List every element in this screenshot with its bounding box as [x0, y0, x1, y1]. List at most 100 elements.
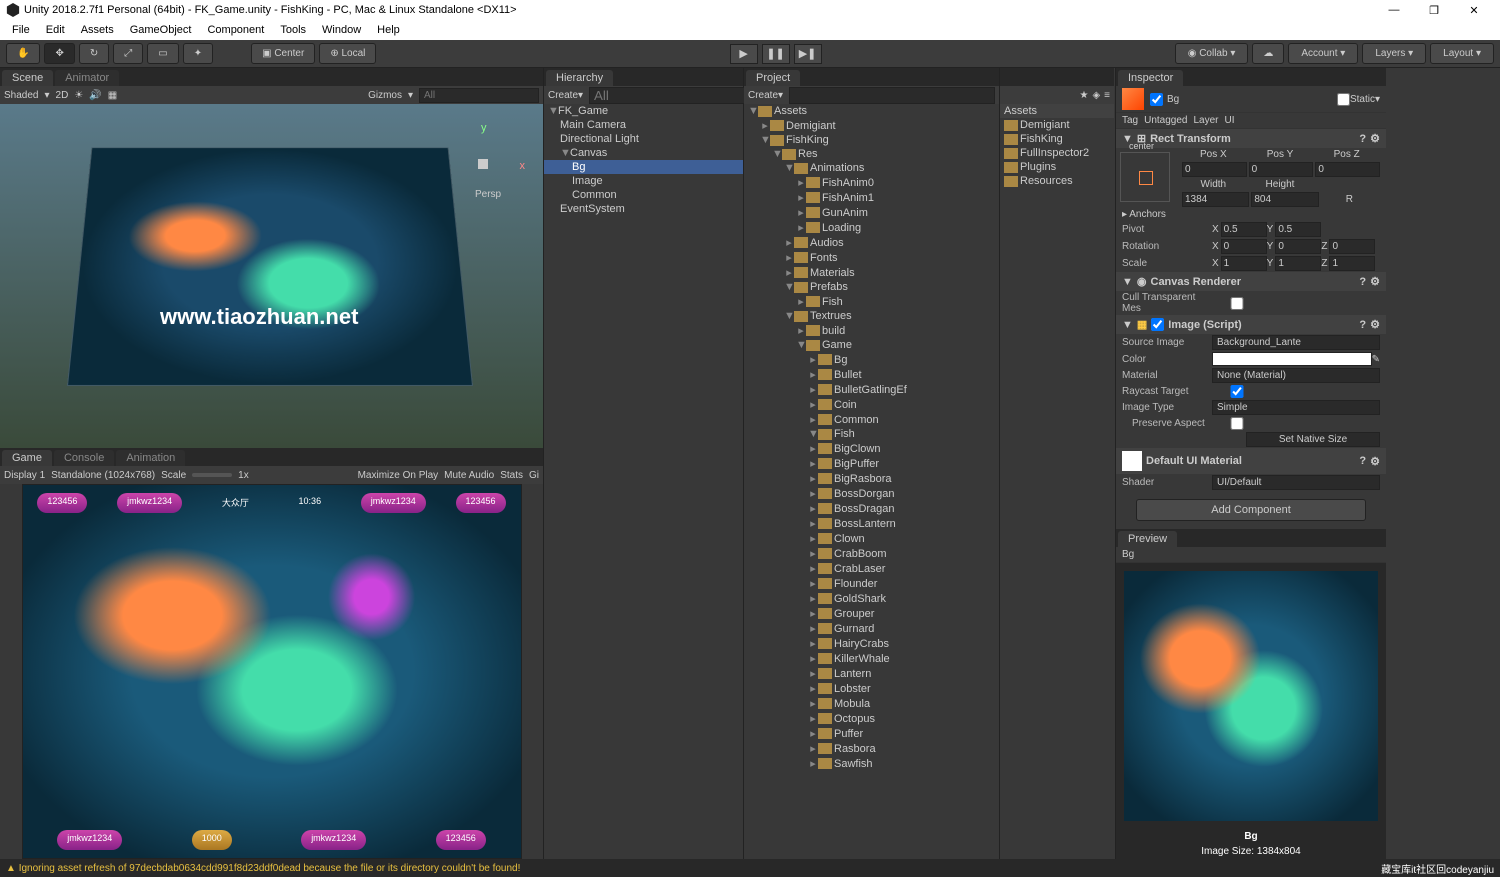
image-header[interactable]: ▼▦Image (Script)?⚙	[1116, 315, 1386, 334]
gear-icon[interactable]: ⚙	[1370, 132, 1380, 145]
project-item[interactable]: ▸build	[744, 323, 999, 338]
add-component-button[interactable]: Add Component	[1136, 499, 1366, 521]
layout-dropdown[interactable]: Layout ▾	[1430, 43, 1494, 64]
folder-item[interactable]: FishKing	[1000, 132, 1114, 146]
hierarchy-item[interactable]: ▼Canvas	[544, 146, 743, 160]
cloud-button[interactable]: ☁	[1252, 43, 1284, 64]
project-item[interactable]: ▸BossLantern	[744, 516, 999, 531]
project-item[interactable]: ▸Grouper	[744, 606, 999, 621]
hierarchy-item[interactable]: Image	[544, 174, 743, 188]
active-checkbox[interactable]	[1150, 93, 1163, 106]
hierarchy-item[interactable]: EventSystem	[544, 202, 743, 216]
menu-gameobject[interactable]: GameObject	[122, 22, 200, 38]
project-item[interactable]: ▸Coin	[744, 397, 999, 412]
menu-icon[interactable]: ≡	[1104, 90, 1110, 101]
width-input[interactable]	[1182, 192, 1249, 207]
play-button[interactable]: ▶	[730, 44, 758, 64]
project-item[interactable]: ▸Sawfish	[744, 756, 999, 771]
preserve-aspect-checkbox[interactable]	[1214, 417, 1260, 430]
folder-item[interactable]: Demigiant	[1000, 118, 1114, 132]
posx-input[interactable]	[1182, 162, 1247, 177]
shading-mode[interactable]: Shaded	[4, 90, 38, 101]
project-item[interactable]: ▸BulletGatlingEf	[744, 382, 999, 397]
help-icon[interactable]: ?	[1359, 276, 1366, 288]
pivot-local[interactable]: ⊕ Local	[319, 43, 376, 64]
project-item[interactable]: ▸Mobula	[744, 696, 999, 711]
hierarchy-create[interactable]: Create	[548, 90, 578, 101]
help-icon[interactable]: ?	[1359, 455, 1366, 467]
project-item[interactable]: ▸Materials	[744, 265, 999, 280]
gear-icon[interactable]: ⚙	[1370, 455, 1380, 468]
gear-icon[interactable]: ⚙	[1370, 318, 1380, 331]
project-item[interactable]: ▸Lobster	[744, 681, 999, 696]
rotate-tool[interactable]: ↻	[79, 43, 109, 64]
game-view[interactable]: 123456 jmkwz1234 大众厅 10:36 jmkwz1234 123…	[0, 484, 543, 859]
tab-inspector[interactable]: Inspector	[1118, 70, 1183, 86]
step-button[interactable]: ▶❚	[794, 44, 822, 64]
hierarchy-item[interactable]: Directional Light	[544, 132, 743, 146]
object-name[interactable]: Bg	[1167, 94, 1337, 105]
tab-game[interactable]: Game	[2, 450, 52, 466]
menu-tools[interactable]: Tools	[272, 22, 314, 38]
lighting-icon[interactable]: ☀	[74, 90, 83, 101]
close-button[interactable]: ✕	[1454, 4, 1494, 17]
set-native-size-button[interactable]: Set Native Size	[1246, 432, 1380, 447]
project-item[interactable]: ▸Lantern	[744, 666, 999, 681]
project-item[interactable]: ▸Octopus	[744, 711, 999, 726]
project-item[interactable]: ▼Game	[744, 338, 999, 352]
project-item[interactable]: ▸Audios	[744, 235, 999, 250]
project-item[interactable]: ▸Rasbora	[744, 741, 999, 756]
image-enabled[interactable]	[1151, 318, 1164, 331]
project-item[interactable]: ▸Bg	[744, 352, 999, 367]
tab-scene[interactable]: Scene	[2, 70, 53, 86]
orientation-gizmo[interactable]: y x Persp	[443, 124, 523, 204]
pivot-y[interactable]	[1275, 222, 1321, 237]
hierarchy-item-selected[interactable]: Bg	[544, 160, 743, 174]
material-header[interactable]: Default UI Material?⚙	[1116, 448, 1386, 474]
assets-root[interactable]: ▼Assets	[744, 104, 999, 118]
hierarchy-item[interactable]: Main Camera	[544, 118, 743, 132]
status-warning[interactable]: Ignoring asset refresh of 97decbdab0634c…	[6, 863, 520, 874]
layer-dropdown[interactable]: UI	[1225, 115, 1235, 126]
project-item[interactable]: ▸BigRasbora	[744, 471, 999, 486]
scene-root[interactable]: ▼FK_Game	[544, 104, 743, 118]
scale-x[interactable]	[1221, 256, 1267, 271]
menu-help[interactable]: Help	[369, 22, 408, 38]
anchor-preset[interactable]: center	[1120, 152, 1170, 202]
folder-item[interactable]: Resources	[1000, 174, 1114, 188]
project-item[interactable]: ▸Flounder	[744, 576, 999, 591]
help-icon[interactable]: ?	[1359, 319, 1366, 331]
project-item[interactable]: ▸GunAnim	[744, 205, 999, 220]
scale-z[interactable]	[1329, 256, 1375, 271]
rot-y[interactable]	[1275, 239, 1321, 254]
posy-input[interactable]	[1249, 162, 1314, 177]
mute-audio[interactable]: Mute Audio	[444, 470, 494, 481]
rot-x[interactable]	[1221, 239, 1267, 254]
account-dropdown[interactable]: Account ▾	[1288, 43, 1358, 64]
project-item[interactable]: ▸CrabLaser	[744, 561, 999, 576]
tab-preview[interactable]: Preview	[1118, 531, 1177, 547]
raycast-checkbox[interactable]	[1214, 385, 1260, 398]
project-item[interactable]: ▸Common	[744, 412, 999, 427]
project-item[interactable]: ▼Textrues	[744, 309, 999, 323]
tab-hierarchy[interactable]: Hierarchy	[546, 70, 613, 86]
gear-icon[interactable]: ⚙	[1370, 275, 1380, 288]
project-item[interactable]: ▼Fish	[744, 427, 999, 441]
2d-toggle[interactable]: 2D	[56, 90, 69, 101]
project-item[interactable]: ▼FishKing	[744, 133, 999, 147]
posz-input[interactable]	[1315, 162, 1380, 177]
project-item[interactable]: ▸BigClown	[744, 441, 999, 456]
tab-console[interactable]: Console	[54, 450, 114, 466]
project-item[interactable]: ▸Puffer	[744, 726, 999, 741]
folder-item[interactable]: Plugins	[1000, 160, 1114, 174]
gizmos-dropdown[interactable]: Gizmos	[368, 90, 402, 101]
image-type-dropdown[interactable]: Simple	[1212, 400, 1380, 415]
filter-icon[interactable]: ◈	[1092, 90, 1100, 101]
anchors-foldout[interactable]: ▸ Anchors	[1122, 209, 1166, 220]
hierarchy-item[interactable]: Common	[544, 188, 743, 202]
project-item[interactable]: ▸BossDorgan	[744, 486, 999, 501]
shader-dropdown[interactable]: UI/Default	[1212, 475, 1380, 490]
audio-icon[interactable]: 🔊	[89, 90, 101, 101]
rot-z[interactable]	[1329, 239, 1375, 254]
tab-animation[interactable]: Animation	[116, 450, 185, 466]
